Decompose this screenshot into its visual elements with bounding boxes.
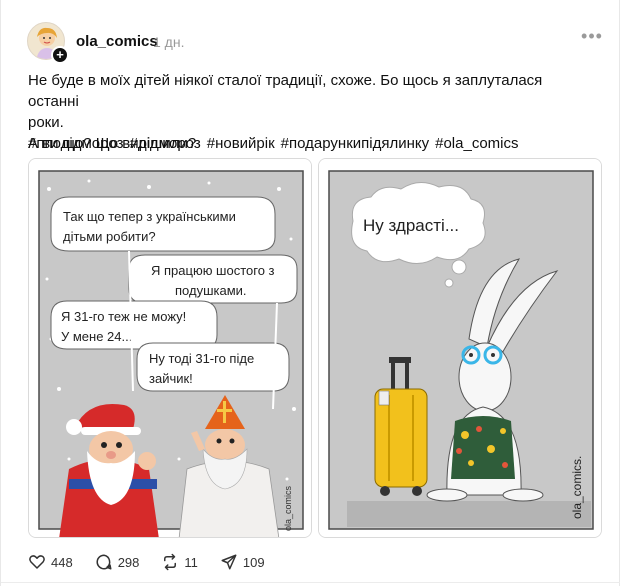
comic-left-bubble-2-line-2: подушками.	[175, 283, 247, 298]
comic-bunny-panel: Ну здрасті... ola_comics.	[319, 159, 601, 537]
avatar[interactable]: +	[27, 22, 69, 64]
comic-left-bubble-4-line-2: зайчик!	[149, 371, 193, 386]
comment-icon	[96, 554, 112, 570]
repost-count: 11	[184, 554, 198, 570]
comic-santa-panel: Так що тепер з українськими дітьми робит…	[29, 159, 311, 537]
hashtag-link[interactable]: #подарункипідялинку	[281, 135, 429, 152]
more-horizontal-icon[interactable]: •••	[579, 27, 605, 50]
post-text-line: Не буде в моїх дітей ніякої сталої тради…	[28, 72, 543, 110]
comment-button[interactable]: 298	[95, 553, 140, 571]
share-count: 109	[242, 554, 265, 570]
comic-left-bubble-3-line-1: Я 31-го теж не можу!	[61, 309, 186, 324]
hashtags: #пподідмороз #дідмороз #новийрік #подарунки…	[28, 133, 525, 154]
comic-right-signature: ola_comics.	[570, 456, 584, 519]
comic-left-bubble-3-line-2: У мене 24...	[61, 329, 132, 344]
comic-right-bubble-text: Ну здрасті...	[363, 216, 459, 235]
hashtag-link[interactable]: #пподідмороз	[28, 135, 124, 152]
comment-count: 298	[117, 554, 140, 570]
send-icon	[221, 554, 237, 570]
repost-icon	[164, 553, 177, 571]
post-card: + ola_comics 1 дн. ••• Не буде в моїх ді…	[0, 0, 620, 586]
heart-icon	[29, 555, 45, 569]
comic-image-right[interactable]: Ну здрасті... ola_comics.	[318, 158, 602, 538]
hashtag-link[interactable]: #ola_comics	[435, 135, 518, 152]
like-count: 448	[51, 554, 73, 570]
like-button[interactable]: 448	[28, 553, 73, 571]
username[interactable]: ola_comics	[76, 33, 158, 50]
comic-image-left[interactable]: Так що тепер з українськими дітьми робит…	[28, 158, 312, 538]
share-button[interactable]: 109	[220, 553, 265, 571]
comic-left-bubble-2-line-1: Я працюю шостого з	[151, 263, 275, 278]
comic-left-bubble-4-line-1: Ну тоді 31-го піде	[149, 351, 254, 366]
follow-plus-icon[interactable]: +	[51, 46, 69, 64]
comic-left-bubble-1-line-2: дітьми робити?	[63, 229, 156, 244]
hashtag-link[interactable]: #дідмороз	[130, 135, 201, 152]
action-bar: 448 298 11 109	[28, 552, 287, 572]
repost-button[interactable]: 11	[161, 553, 198, 571]
comic-left-bubble-1-line-1: Так що тепер з українськими	[63, 209, 236, 224]
post-text-line: роки.	[28, 114, 64, 131]
post-time: 1 дн.	[153, 34, 185, 50]
divider	[1, 582, 620, 583]
hashtag-link[interactable]: #новийрік	[207, 135, 275, 152]
comic-left-signature: ola_comics	[283, 485, 293, 531]
